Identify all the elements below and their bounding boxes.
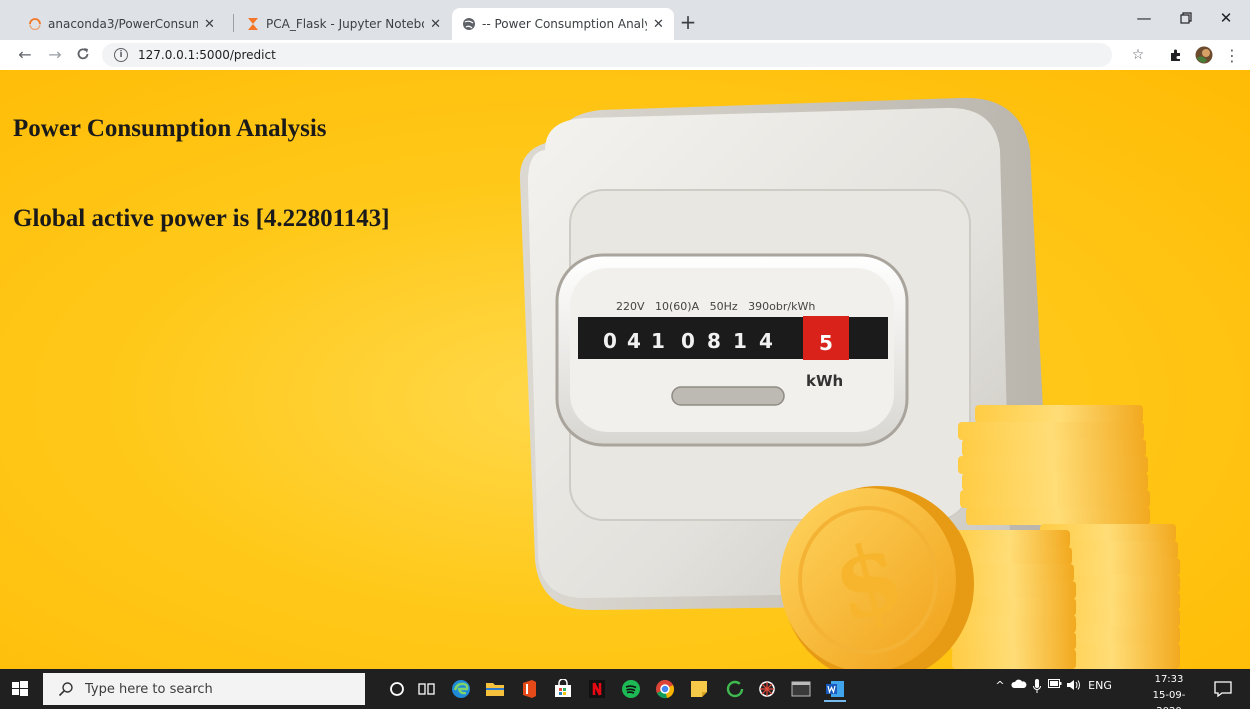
chevron-up-icon[interactable]: ^: [992, 679, 1008, 692]
meter-digit: 8: [707, 329, 721, 353]
meter-digit: 1: [733, 329, 747, 353]
clock-date: 15-09-2020: [1152, 690, 1186, 717]
close-tab-icon[interactable]: ✕: [653, 17, 664, 32]
star-icon[interactable]: ☆: [1128, 45, 1148, 65]
prediction-result: Global active power is [4.22801143]: [13, 205, 390, 232]
meter-unit: kWh: [806, 372, 843, 390]
tab-anaconda[interactable]: anaconda3/PowerConsumptionA ✕: [18, 8, 233, 40]
spotify-icon[interactable]: [620, 678, 642, 700]
browser-toolbar: ← → i 127.0.0.1:5000/predict ☆ ⋮: [0, 40, 1250, 70]
restore-icon[interactable]: [1168, 6, 1204, 30]
clock-time: 17:33: [1154, 674, 1184, 685]
tab-strip: anaconda3/PowerConsumptionA ✕ PCA_Flask …: [0, 0, 1250, 40]
tab-power-consumption[interactable]: -- Power Consumption Analysis - ✕: [452, 8, 674, 40]
store-icon[interactable]: [552, 678, 574, 700]
language-indicator[interactable]: ENG: [1086, 679, 1114, 692]
file-explorer-icon[interactable]: [484, 678, 506, 700]
page-title: Power Consumption Analysis: [13, 115, 327, 142]
meter-red-digit: 5: [819, 331, 833, 355]
netflix-icon[interactable]: [586, 678, 608, 700]
word-icon[interactable]: [824, 678, 846, 702]
meter-digit: 4: [759, 329, 773, 353]
meter-digit: 0: [681, 329, 695, 353]
hourglass-icon: [246, 17, 260, 31]
url-text: 127.0.0.1:5000/predict: [138, 48, 276, 62]
snipping-tool-icon[interactable]: [756, 678, 778, 700]
notifications-icon[interactable]: [1212, 678, 1234, 700]
forward-arrow-icon[interactable]: →: [44, 43, 66, 65]
page-content: 0 4 1 0 8 1 4 5 220V 10(60)A 50Hz 390obr…: [0, 70, 1250, 669]
search-icon: [57, 680, 75, 698]
meter-digit: 1: [651, 329, 665, 353]
close-tab-icon[interactable]: ✕: [430, 17, 441, 32]
system-clock[interactable]: 17:33 15-09-2020: [1146, 672, 1192, 720]
new-tab-button[interactable]: +: [676, 10, 700, 34]
tab-title: PCA_Flask - Jupyter Notebook: [266, 17, 424, 31]
battery-icon[interactable]: [1047, 679, 1063, 688]
meter-digit: 0: [603, 329, 617, 353]
close-window-icon[interactable]: ✕: [1208, 6, 1244, 30]
window-app-icon[interactable]: [790, 678, 812, 700]
meter-illustration: 0 4 1 0 8 1 4 5 220V 10(60)A 50Hz 390obr…: [519, 97, 1180, 669]
windows-start-icon[interactable]: [10, 679, 30, 699]
coin-stacks: [946, 405, 1180, 669]
loading-ring-icon[interactable]: [724, 678, 746, 700]
close-tab-icon[interactable]: ✕: [204, 17, 215, 32]
profile-avatar-icon[interactable]: [1194, 45, 1214, 65]
chrome-icon[interactable]: [654, 678, 676, 700]
edge-icon[interactable]: [450, 678, 472, 700]
search-placeholder: Type here to search: [85, 681, 213, 697]
reload-icon[interactable]: [72, 43, 94, 65]
meter-digit: 4: [627, 329, 641, 353]
microphone-icon[interactable]: [1030, 679, 1044, 693]
back-arrow-icon[interactable]: ←: [14, 43, 36, 65]
tab-divider: [233, 14, 234, 32]
office-icon[interactable]: [518, 678, 540, 700]
tab-title: anaconda3/PowerConsumptionA: [48, 17, 198, 31]
menu-kebab-icon[interactable]: ⋮: [1222, 45, 1242, 65]
extensions-icon[interactable]: [1166, 45, 1186, 65]
address-bar[interactable]: i 127.0.0.1:5000/predict: [102, 43, 1112, 67]
jupyter-icon: [28, 17, 42, 31]
volume-icon[interactable]: [1065, 679, 1083, 691]
sticky-notes-icon[interactable]: [688, 678, 710, 700]
meter-specs: 220V 10(60)A 50Hz 390obr/kWh: [616, 300, 815, 313]
tab-title: -- Power Consumption Analysis -: [482, 17, 647, 31]
meter-slot: [671, 386, 785, 406]
taskbar-search[interactable]: Type here to search: [43, 673, 365, 705]
tab-pca-flask[interactable]: PCA_Flask - Jupyter Notebook ✕: [236, 8, 451, 40]
cortana-icon[interactable]: [386, 678, 408, 700]
info-icon[interactable]: i: [114, 48, 128, 62]
globe-icon: [462, 17, 476, 31]
taskbar: Type here to search ^ ENG 17:33 15-09-20…: [0, 669, 1250, 717]
minimize-icon[interactable]: —: [1126, 6, 1162, 30]
onedrive-cloud-icon[interactable]: [1010, 679, 1028, 689]
task-view-icon[interactable]: [416, 678, 438, 700]
